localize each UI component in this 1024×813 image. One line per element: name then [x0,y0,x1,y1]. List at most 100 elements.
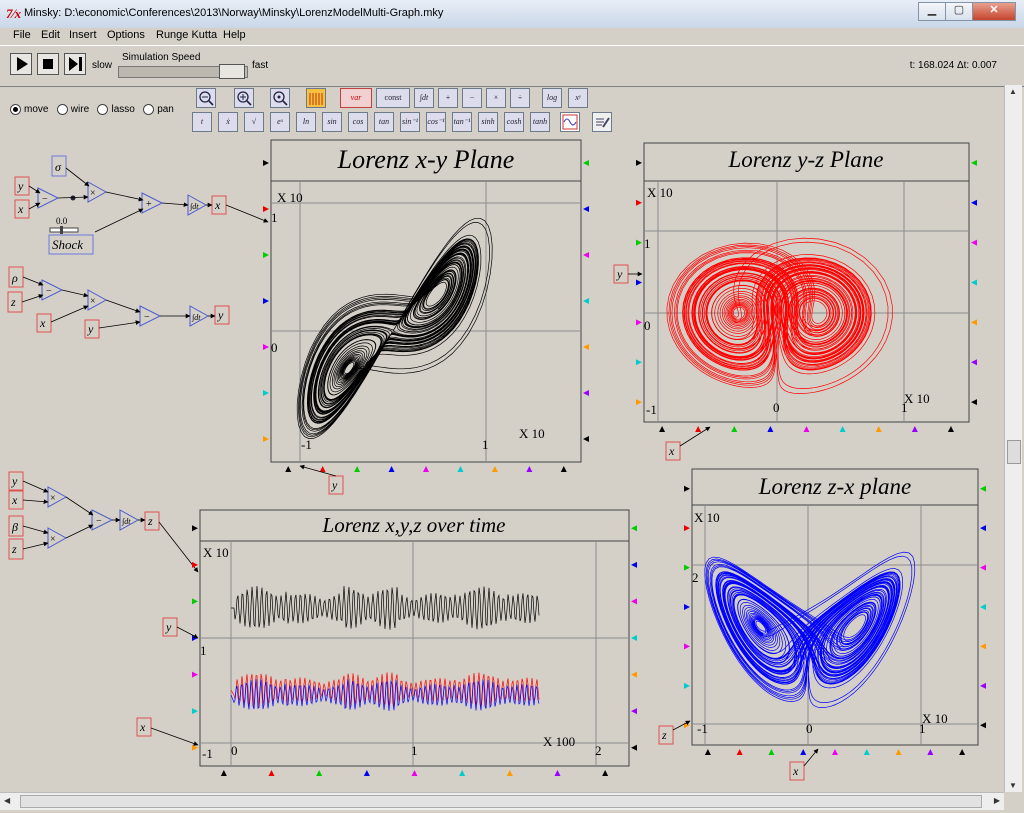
plot-port-icon[interactable] [263,252,269,258]
subtract-button[interactable]: − [462,88,482,108]
plot-port-icon[interactable] [457,466,464,472]
plot-port-icon[interactable] [423,466,429,472]
plot-port-icon[interactable] [631,708,637,715]
plot-port-icon[interactable] [971,239,977,246]
menu-help[interactable]: Help [223,29,246,41]
subtract-operator[interactable] [139,305,162,327]
plot-port-icon[interactable] [285,466,292,472]
plot-zx-plane[interactable]: Lorenz z-x plane X 10 2 -1 0 1 X 10 [691,468,979,746]
plot-port-icon[interactable] [731,426,738,432]
scroll-down-icon[interactable]: ▼ [1009,781,1017,790]
plot-port-icon[interactable] [263,390,269,396]
variable-y-output[interactable]: y [214,305,230,325]
subtract-operator[interactable] [91,509,114,531]
divide-button[interactable]: ÷ [510,88,530,108]
plot-port-icon[interactable] [636,359,642,366]
plot-port-icon[interactable] [636,279,642,286]
plot-port-icon[interactable] [636,159,642,166]
plot-port-icon[interactable] [631,744,637,751]
plot-port-icon[interactable] [631,561,637,568]
plot-port-icon[interactable] [192,671,198,678]
plot-port-icon[interactable] [636,399,642,406]
zoom-fit-button[interactable] [270,88,290,108]
plot-port-icon[interactable] [863,749,870,755]
menu-file[interactable]: File [13,29,31,41]
plot-port-icon[interactable] [800,749,807,755]
plot-port-icon[interactable] [560,466,567,472]
menu-edit[interactable]: Edit [41,29,60,41]
plot-port-icon[interactable] [363,770,370,776]
plot-port-icon[interactable] [263,344,269,350]
plot-port-icon[interactable] [316,770,323,776]
variable-x-yz-plot[interactable]: x [665,441,681,461]
plot-port-icon[interactable] [636,199,642,206]
plot-port-icon[interactable] [980,722,986,729]
plot-port-icon[interactable] [971,199,977,206]
plot-port-icon[interactable] [583,436,589,442]
model-canvas[interactable]: σ y x − × + ∫dt x 0.0 Shock ρ z x y − × … [0,128,1004,792]
plot-port-icon[interactable] [684,643,690,650]
plot-port-icon[interactable] [895,749,902,755]
variable-rho[interactable]: ρ [8,266,24,288]
variable-y[interactable]: y [8,471,24,491]
variable-x[interactable]: x [36,313,52,333]
plot-port-icon[interactable] [971,399,977,406]
plot-port-icon[interactable] [684,604,690,610]
plot-port-icon[interactable] [354,466,361,472]
plot-port-icon[interactable] [263,160,269,166]
plot-port-icon[interactable] [768,749,775,755]
plot-port-icon[interactable] [602,770,609,776]
vertical-scrollbar[interactable]: ▲ ▼ [1004,85,1022,792]
plot-port-icon[interactable] [583,160,589,166]
plot-port-icon[interactable] [459,770,466,776]
plot-port-icon[interactable] [263,206,269,212]
variable-y-time-plot[interactable]: y [162,617,178,637]
plot-port-icon[interactable] [192,708,198,715]
plot-port-icon[interactable] [684,525,690,532]
vertical-scroll-thumb[interactable] [1007,440,1021,464]
variable-y[interactable]: y [14,176,30,196]
plot-port-icon[interactable] [263,298,269,304]
mode-pan[interactable]: pan [143,104,174,115]
integrate-button[interactable]: ∫dt [414,88,434,108]
plot-port-icon[interactable] [684,722,690,729]
plot-port-icon[interactable] [839,426,846,432]
plot-port-icon[interactable] [980,643,986,650]
plot-xyz-over-time[interactable]: Lorenz x,y,z over time X 10 1 -1 0 1 2 X… [199,509,630,767]
mode-move[interactable]: move [10,104,48,115]
plot-port-icon[interactable] [832,749,838,755]
add-button[interactable]: + [438,88,458,108]
plot-port-icon[interactable] [192,525,198,532]
maximize-button[interactable]: ▢ [945,2,973,21]
plot-port-icon[interactable] [971,359,977,366]
add-operator[interactable] [141,192,164,214]
horizontal-scroll-thumb[interactable] [20,795,982,808]
plot-port-icon[interactable] [192,598,198,605]
plot-port-icon[interactable] [506,770,513,776]
variable-y-xy-plot[interactable]: y [328,475,344,495]
close-button[interactable]: ✕ [972,2,1016,21]
plot-port-icon[interactable] [875,426,882,432]
menu-runge-kutta[interactable]: Runge Kutta [156,29,217,41]
plot-port-icon[interactable] [220,770,227,776]
plot-port-icon[interactable] [659,426,666,432]
variable-x[interactable]: x [14,199,30,219]
plot-port-icon[interactable] [636,239,642,246]
plot-xy-plane[interactable]: Lorenz x-y Plane X 10 1 0 -1 1 X 10 [270,139,582,463]
menu-options[interactable]: Options [107,29,145,41]
scroll-left-icon[interactable]: ◀ [4,796,10,805]
plot-port-icon[interactable] [268,770,275,776]
plot-port-icon[interactable] [263,436,269,442]
subtract-operator[interactable] [37,187,60,209]
plot-port-icon[interactable] [704,749,711,755]
variable-x[interactable]: x [8,490,24,510]
variable-z-output[interactable]: z [144,511,160,531]
scroll-right-icon[interactable]: ▶ [994,796,1000,805]
plot-port-icon[interactable] [583,344,589,350]
plot-port-icon[interactable] [192,561,198,568]
plot-port-icon[interactable] [971,279,977,286]
plot-port-icon[interactable] [192,744,198,751]
variable-z[interactable]: z [8,538,24,560]
plot-port-icon[interactable] [636,319,642,326]
plot-port-icon[interactable] [491,466,498,472]
